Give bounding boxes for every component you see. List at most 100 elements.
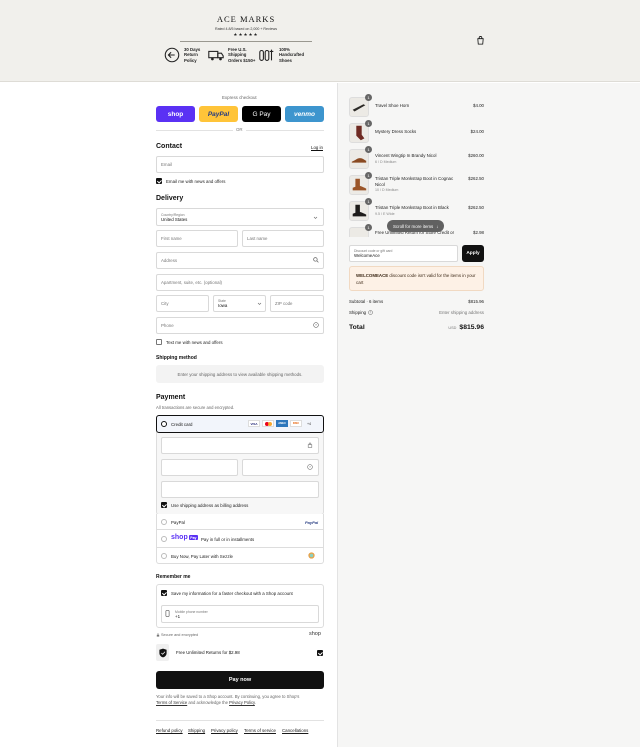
badge-handcrafted: 100% Handcrafted Shoes xyxy=(258,46,304,64)
secure-text: Secure and encrypted xyxy=(161,633,199,637)
payment-heading: Payment xyxy=(156,394,186,401)
shipping-summary-value: Enter shipping address xyxy=(439,310,484,315)
badge-line: 100% xyxy=(279,46,290,52)
cart-item-variant: 10 / D Medium xyxy=(375,188,399,193)
svg-text:?: ? xyxy=(309,465,311,469)
chevron-down-icon xyxy=(257,302,262,305)
discount-value: WelcomeAce xyxy=(354,253,380,258)
zip-field[interactable]: ZIP code xyxy=(270,295,324,312)
login-link[interactable]: Log in xyxy=(311,145,323,150)
mobile-phone-field[interactable]: Mobile phone number +1 xyxy=(161,605,319,623)
sezzle-label: Buy Now, Pay Later with Sezzle xyxy=(171,554,233,559)
more-cards-count: +4 xyxy=(306,421,312,426)
shoe-icon xyxy=(351,158,367,163)
cart-item-name: Travel Shoe Horn xyxy=(375,103,410,108)
total-amount: USD $815.96 xyxy=(448,324,484,331)
google-pay-text: G Pay xyxy=(252,110,271,118)
scroll-more-tooltip[interactable]: Scroll for more items ↓ xyxy=(387,220,445,232)
city-field[interactable]: City xyxy=(156,295,209,312)
returns-checkbox[interactable] xyxy=(317,650,323,656)
remember-heading: Remember me xyxy=(156,574,191,580)
paypal-logo-icon: PayPal xyxy=(305,520,318,525)
country-value: United States xyxy=(161,216,188,222)
credit-card-label: Credit card xyxy=(171,422,193,427)
paypal-radio[interactable] xyxy=(161,519,167,525)
footer-link-refund[interactable]: Refund policy xyxy=(156,728,183,733)
footer-link-privacy[interactable]: Privacy policy xyxy=(211,728,238,733)
discount-error-banner: WELCOMEACE discount code isn't valid for… xyxy=(349,266,484,291)
cart-item-title: Tristan Triple Monkstrap Boot in Black xyxy=(375,205,449,210)
billing-label: Use shipping address as billing address xyxy=(171,503,249,508)
apartment-field[interactable]: Apartment, suite, etc. (optional) xyxy=(156,274,324,291)
contact-heading: Contact xyxy=(156,143,183,150)
save-info-checkbox[interactable] xyxy=(161,590,167,596)
cart-item-variant: 9.5 / E Wide xyxy=(375,211,395,216)
shop-pay-logo-text: shop xyxy=(171,534,188,541)
paypal-logo-text: PayPal xyxy=(305,520,319,525)
cart-item-qty: 1 xyxy=(365,198,372,205)
legal-line: Your info will be saved to a Shop accoun… xyxy=(156,694,300,699)
amex-icon: AMEX xyxy=(276,420,288,427)
total-value: $815.96 xyxy=(459,324,484,331)
credit-card-radio[interactable] xyxy=(161,421,167,427)
name-on-card-field[interactable] xyxy=(161,481,319,498)
footer-link-terms[interactable]: Terms of service xyxy=(244,728,276,733)
shop-pay-label: Pay in full or in installments xyxy=(201,537,255,542)
last-name-field[interactable]: Last name xyxy=(242,230,324,247)
phone-field[interactable]: Phone xyxy=(156,317,324,334)
help-icon[interactable]: ? xyxy=(368,310,373,315)
text-offers-checkbox[interactable] xyxy=(156,339,162,345)
subtotal-value: $815.96 xyxy=(468,299,484,304)
boot-icon xyxy=(352,178,367,191)
badge-line: Shipping xyxy=(228,52,247,58)
cart-item-price: $262.50 xyxy=(468,205,484,210)
billing-checkbox[interactable] xyxy=(161,502,167,508)
search-icon xyxy=(313,257,319,263)
email-field[interactable]: Email xyxy=(156,156,324,173)
badge-returns: 30 Days Return Policy xyxy=(163,46,200,64)
google-pay-button[interactable]: G Pay xyxy=(242,106,281,122)
visa-icon: VISA xyxy=(248,420,260,427)
country-select[interactable]: Country/Region United States xyxy=(156,208,324,226)
cart-item-qty: 1 xyxy=(365,146,372,153)
total-label: Total xyxy=(349,324,365,331)
first-name-field[interactable]: First name xyxy=(156,230,238,247)
help-icon[interactable]: ? xyxy=(313,322,319,328)
shop-pay-button[interactable]: shop xyxy=(156,106,195,122)
footer-link-shipping[interactable]: Shipping xyxy=(188,728,205,733)
expiration-field[interactable] xyxy=(161,459,238,476)
brand-logo[interactable]: ACE MARKS xyxy=(180,14,312,24)
card-number-field[interactable] xyxy=(161,437,319,454)
first-name-placeholder: First name xyxy=(161,236,182,241)
apply-button[interactable]: Apply xyxy=(462,245,484,262)
paypal-label: PayPal xyxy=(171,520,185,525)
terms-link[interactable]: Terms of Service xyxy=(156,700,187,705)
legal-text: Your info will be saved to a Shop accoun… xyxy=(156,694,326,706)
returns-label: Free Unlimited Returns for $2.98 xyxy=(176,650,240,655)
cart-item-title: Vincent Wingtip In Brandy Nicol xyxy=(375,153,437,158)
discount-code-field[interactable]: Discount code or gift card WelcomeAce xyxy=(349,245,458,262)
pay-now-button[interactable]: Pay now xyxy=(156,671,324,689)
shop-pay-radio[interactable] xyxy=(161,536,167,542)
payment-subtitle: All transactions are secure and encrypte… xyxy=(156,405,235,410)
sezzle-radio[interactable] xyxy=(161,553,167,559)
phone-icon xyxy=(165,610,170,617)
shield-icon xyxy=(158,648,167,657)
cart-item-name: Tristan Triple Monkstrap Boot in Black 9.… xyxy=(375,205,449,217)
sezzle-icon xyxy=(308,552,315,559)
help-icon[interactable]: ? xyxy=(307,464,313,470)
privacy-link[interactable]: Privacy Policy xyxy=(229,700,255,705)
address-field[interactable]: Address xyxy=(156,252,324,269)
badge-line: Handcrafted xyxy=(279,52,305,58)
paypal-button[interactable]: PayPal xyxy=(199,106,238,122)
news-checkbox[interactable] xyxy=(156,178,162,184)
footer-link-cancellations[interactable]: Cancellations xyxy=(282,728,308,733)
venmo-button[interactable]: venmo xyxy=(285,106,324,122)
shopping-bag-icon[interactable] xyxy=(476,36,485,45)
badge-line: Policy xyxy=(184,57,197,63)
shipping-summary-label: Shipping xyxy=(349,310,367,315)
brand-divider xyxy=(180,41,312,42)
total-currency: USD xyxy=(448,326,457,330)
arrow-down-icon: ↓ xyxy=(436,223,439,229)
card-brands: VISA AMEX DISC +4 xyxy=(248,420,314,427)
